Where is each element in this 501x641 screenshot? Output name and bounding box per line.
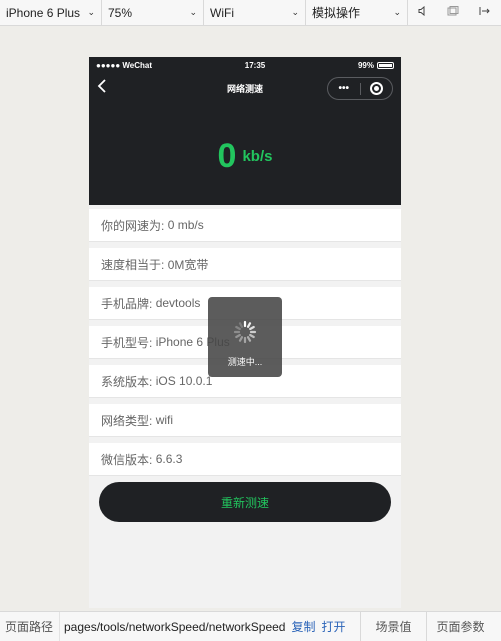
list-item: 微信版本: 6.6.3 [89,443,401,476]
speed-value: 0 [217,137,237,175]
list-item: 你的网速为: 0 mb/s [89,209,401,242]
info-value: 6.6.3 [155,452,183,466]
list-item: 速度相当于: 0M宽带 [89,248,401,281]
chevron-down-icon: ⌄ [291,7,299,17]
speed-unit: kb/s [242,148,273,165]
carrier-text: ●●●●● WeChat [96,60,153,70]
operations-select-value: 模拟操作 [312,6,361,20]
network-select[interactable]: WiFi ⌄ [204,0,306,26]
spinner-icon [233,320,257,344]
window-icon[interactable] [447,6,459,19]
status-bar: ●●●●● WeChat 17:35 99% [89,57,401,73]
info-value: wifi [155,413,174,427]
page-path: pages/tools/networkSpeed/networkSpeed [64,619,286,634]
close-miniprogram-button[interactable] [361,78,393,99]
menu-capsule: ••• [327,77,393,100]
copy-link[interactable]: 复制 [291,618,315,635]
zoom-select[interactable]: 75% ⌄ [102,0,204,26]
chevron-down-icon: ⌄ [393,7,401,17]
info-label: 手机型号: [101,335,153,350]
info-label: 手机品牌: [101,296,153,311]
exit-icon[interactable] [479,6,491,19]
info-label: 速度相当于: [101,257,165,272]
info-label: 系统版本: [101,374,153,389]
more-dots-icon: ••• [338,83,349,94]
loading-toast: 测速中... [208,297,282,377]
target-icon [369,82,383,95]
status-time: 17:35 [244,60,266,70]
chevron-down-icon: ⌄ [87,7,95,17]
info-label: 微信版本: [101,452,153,467]
speed-display: 0 kb/s [89,137,401,176]
battery-status: 99% [358,61,394,70]
nav-bar: 网络测速 ••• [89,73,401,103]
back-arrow-icon[interactable] [97,79,107,98]
list-item: 网络类型: wifi [89,404,401,437]
info-value: 0 mb/s [167,218,204,232]
device-select-value: iPhone 6 Plus [6,5,81,20]
page-title: 网络测速 [226,83,263,94]
info-label: 你的网速为: [101,218,165,233]
zoom-select-value: 75% [108,5,133,20]
battery-icon [377,61,394,69]
simulator-toolbar: iPhone 6 Plus ⌄ 75% ⌄ WiFi ⌄ 模拟操作 ⌄ [0,0,501,26]
path-label: 页面路径 [0,611,60,641]
info-value: devtools [155,296,201,310]
info-value: 0M宽带 [167,257,209,272]
more-button[interactable]: ••• [328,78,360,99]
scene-value-button[interactable]: 场景值 [359,611,426,641]
header-panel: ●●●●● WeChat 17:35 99% 网络测速 ••• 0 kb/s [89,57,401,205]
battery-text: 99% [357,60,374,70]
page-params-button[interactable]: 页面参数 [425,611,501,641]
device-select[interactable]: iPhone 6 Plus ⌄ [0,0,102,26]
open-link[interactable]: 打开 [322,618,346,635]
chevron-down-icon: ⌄ [189,7,197,17]
speaker-icon[interactable] [418,5,428,19]
toast-text: 测速中... [227,357,263,367]
network-select-value: WiFi [210,5,234,20]
toolbar-icons [408,0,501,26]
info-label: 网络类型: [101,413,153,428]
operations-select[interactable]: 模拟操作 ⌄ [306,0,408,26]
info-value: iOS 10.0.1 [155,374,213,388]
retest-button[interactable]: 重新测速 [99,482,391,522]
page-path-bar: 页面路径 pages/tools/networkSpeed/networkSpe… [0,611,501,641]
